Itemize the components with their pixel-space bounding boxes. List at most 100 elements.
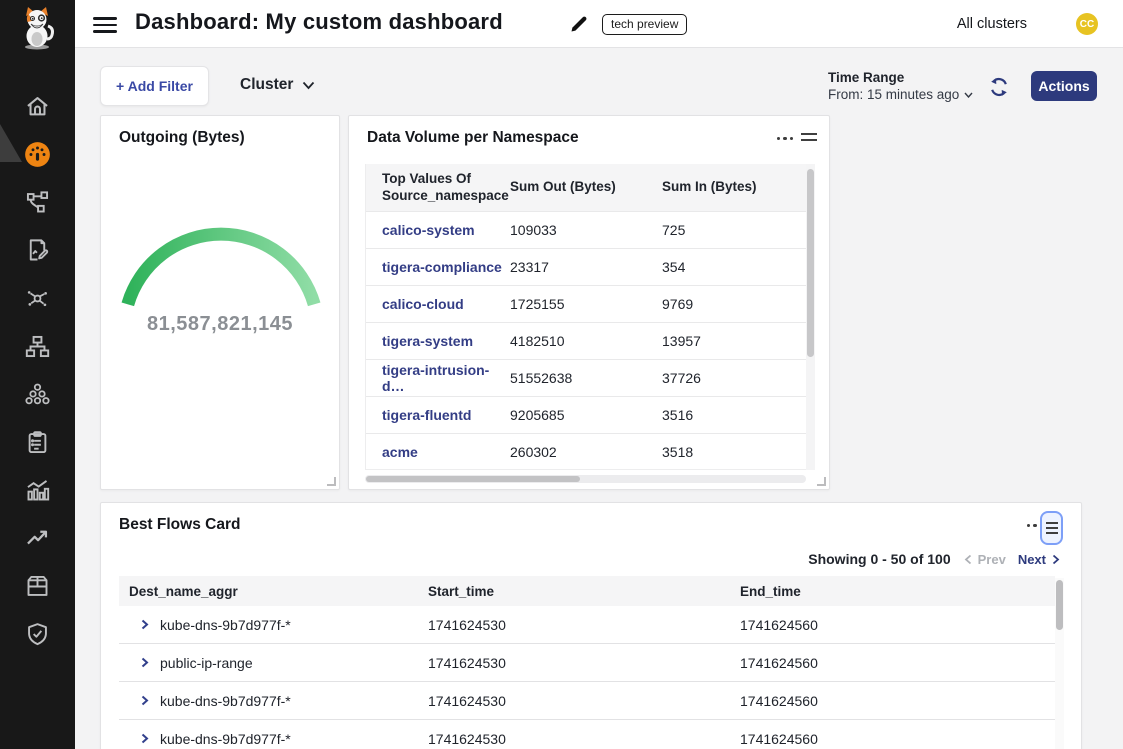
flows-table: Dest_name_aggr Start_time End_time kube-… [119, 576, 1055, 749]
sum-out-value: 23317 [510, 259, 662, 275]
card-resize-handle[interactable] [326, 476, 336, 486]
connections-hub-icon[interactable] [24, 285, 51, 312]
cluster-dropdown[interactable]: Cluster [240, 76, 315, 94]
edit-pencil-icon[interactable] [569, 14, 589, 34]
top-bar: Dashboard: My custom dashboard tech prev… [0, 0, 1123, 48]
hamburger-menu-icon[interactable] [93, 13, 117, 35]
refresh-icon[interactable] [987, 75, 1011, 99]
table-row[interactable]: kube-dns-9b7d977f-* 1741624530 174162456… [119, 682, 1055, 720]
sum-out-value: 1725155 [510, 296, 662, 312]
chevron-right-icon [1050, 554, 1061, 565]
sum-in-value: 354 [662, 259, 782, 275]
statistics-icon[interactable] [24, 477, 51, 504]
gauge-value: 81,587,821,145 [101, 313, 339, 336]
column-header-end[interactable]: End_time [740, 584, 1040, 599]
table-row[interactable]: tigera-intrusion-d… 51552638 37726 [366, 359, 814, 396]
vertical-scrollbar[interactable] [806, 164, 815, 470]
end-time: 1741624560 [740, 617, 1040, 633]
scrollbar-thumb[interactable] [366, 476, 580, 482]
pagination-showing-text: Showing 0 - 50 of 100 [808, 551, 950, 567]
home-icon[interactable] [24, 93, 51, 120]
table-row[interactable]: acme 260302 3518 [366, 433, 814, 470]
add-filter-button[interactable]: + Add Filter [100, 66, 209, 106]
dest-name: public-ip-range [160, 655, 253, 671]
sum-out-value: 51552638 [510, 370, 662, 386]
scrollbar-thumb[interactable] [807, 169, 814, 357]
table-row[interactable]: calico-system 109033 725 [366, 211, 814, 248]
user-avatar[interactable]: CC [1076, 13, 1098, 35]
column-header-namespace[interactable]: Top Values Of Source_namespace [366, 171, 510, 205]
expand-row-icon[interactable] [139, 733, 150, 744]
data-volume-card: Data Volume per Namespace Top Values Of … [348, 115, 830, 490]
column-header-dest[interactable]: Dest_name_aggr [119, 584, 428, 599]
table-header-row: Top Values Of Source_namespace Sum Out (… [366, 164, 814, 211]
sum-in-value: 3516 [662, 407, 782, 423]
dest-name: kube-dns-9b7d977f-* [160, 617, 291, 633]
table-row[interactable]: calico-cloud 1725155 9769 [366, 285, 814, 322]
time-range-label: Time Range [828, 70, 973, 85]
sidebar-fold-decoration [0, 124, 22, 162]
expand-row-icon[interactable] [139, 657, 150, 668]
dest-name: kube-dns-9b7d977f-* [160, 693, 291, 709]
start-time: 1741624530 [428, 731, 740, 747]
sum-out-value: 109033 [510, 222, 662, 238]
chevron-left-icon [963, 554, 974, 565]
gauge-arc [101, 166, 341, 336]
scrollbar-thumb[interactable] [1056, 580, 1063, 630]
table-row[interactable]: public-ip-range 1741624530 1741624560 [119, 644, 1055, 682]
all-clusters-selector[interactable]: All clusters [957, 16, 1027, 32]
table-row[interactable]: tigera-compliance 23317 354 [366, 248, 814, 285]
namespace-link[interactable]: tigera-fluentd [382, 407, 471, 423]
column-header-start[interactable]: Start_time [428, 584, 740, 599]
namespace-link[interactable]: tigera-compliance [382, 259, 502, 275]
namespace-link[interactable]: tigera-system [382, 333, 473, 349]
network-tree-icon[interactable] [24, 333, 51, 360]
card-resize-handle[interactable] [816, 476, 826, 486]
namespace-link[interactable]: tigera-intrusion-d… [382, 362, 489, 394]
sum-in-value: 9769 [662, 296, 782, 312]
sum-out-value: 9205685 [510, 407, 662, 423]
expand-row-icon[interactable] [139, 695, 150, 706]
end-time: 1741624560 [740, 693, 1040, 709]
package-icon[interactable] [24, 573, 51, 600]
table-row[interactable]: tigera-fluentd 9205685 3516 [366, 396, 814, 433]
trend-up-icon[interactable] [24, 525, 51, 552]
table-header-row: Dest_name_aggr Start_time End_time [119, 576, 1055, 606]
dashboard-gauge-icon[interactable] [24, 141, 51, 168]
card-drag-handle-focused[interactable] [1040, 511, 1063, 545]
sidebar [0, 0, 75, 749]
card-menu-icon[interactable] [777, 137, 795, 145]
expand-row-icon[interactable] [139, 619, 150, 630]
clusters-icon[interactable] [24, 381, 51, 408]
pagination-next-button[interactable]: Next [1018, 552, 1061, 567]
start-time: 1741624530 [428, 693, 740, 709]
vertical-scrollbar[interactable] [1055, 578, 1064, 749]
shield-check-icon[interactable] [24, 621, 51, 648]
actions-button[interactable]: Actions [1031, 71, 1097, 101]
column-header-sum-out[interactable]: Sum Out (Bytes) [510, 179, 662, 196]
table-row[interactable]: kube-dns-9b7d977f-* 1741624530 174162456… [119, 720, 1055, 749]
calico-cat-logo[interactable] [17, 6, 57, 50]
service-graph-icon[interactable] [24, 189, 51, 216]
namespace-link[interactable]: calico-cloud [382, 296, 464, 312]
card-title: Data Volume per Namespace [367, 129, 579, 147]
sum-in-value: 37726 [662, 370, 782, 386]
pagination-prev-button[interactable]: Prev [963, 552, 1006, 567]
tech-preview-badge: tech preview [602, 14, 687, 35]
chevron-down-icon [964, 92, 973, 98]
cluster-dropdown-label: Cluster [240, 76, 293, 94]
table-row[interactable]: tigera-system 4182510 13957 [366, 322, 814, 359]
time-range-from-selector[interactable]: From: 15 minutes ago [828, 87, 973, 102]
sum-out-value: 4182510 [510, 333, 662, 349]
namespace-link[interactable]: calico-system [382, 222, 475, 238]
clipboard-icon[interactable] [24, 429, 51, 456]
horizontal-scrollbar[interactable] [365, 475, 806, 483]
namespace-link[interactable]: acme [382, 444, 418, 460]
column-header-sum-in[interactable]: Sum In (Bytes) [662, 179, 782, 196]
table-row[interactable]: kube-dns-9b7d977f-* 1741624530 174162456… [119, 606, 1055, 644]
chevron-down-icon [302, 81, 315, 90]
end-time: 1741624560 [740, 655, 1040, 671]
report-edit-icon[interactable] [24, 237, 51, 264]
time-range-from-value: From: 15 minutes ago [828, 87, 959, 102]
card-drag-handle-icon[interactable] [801, 129, 817, 145]
